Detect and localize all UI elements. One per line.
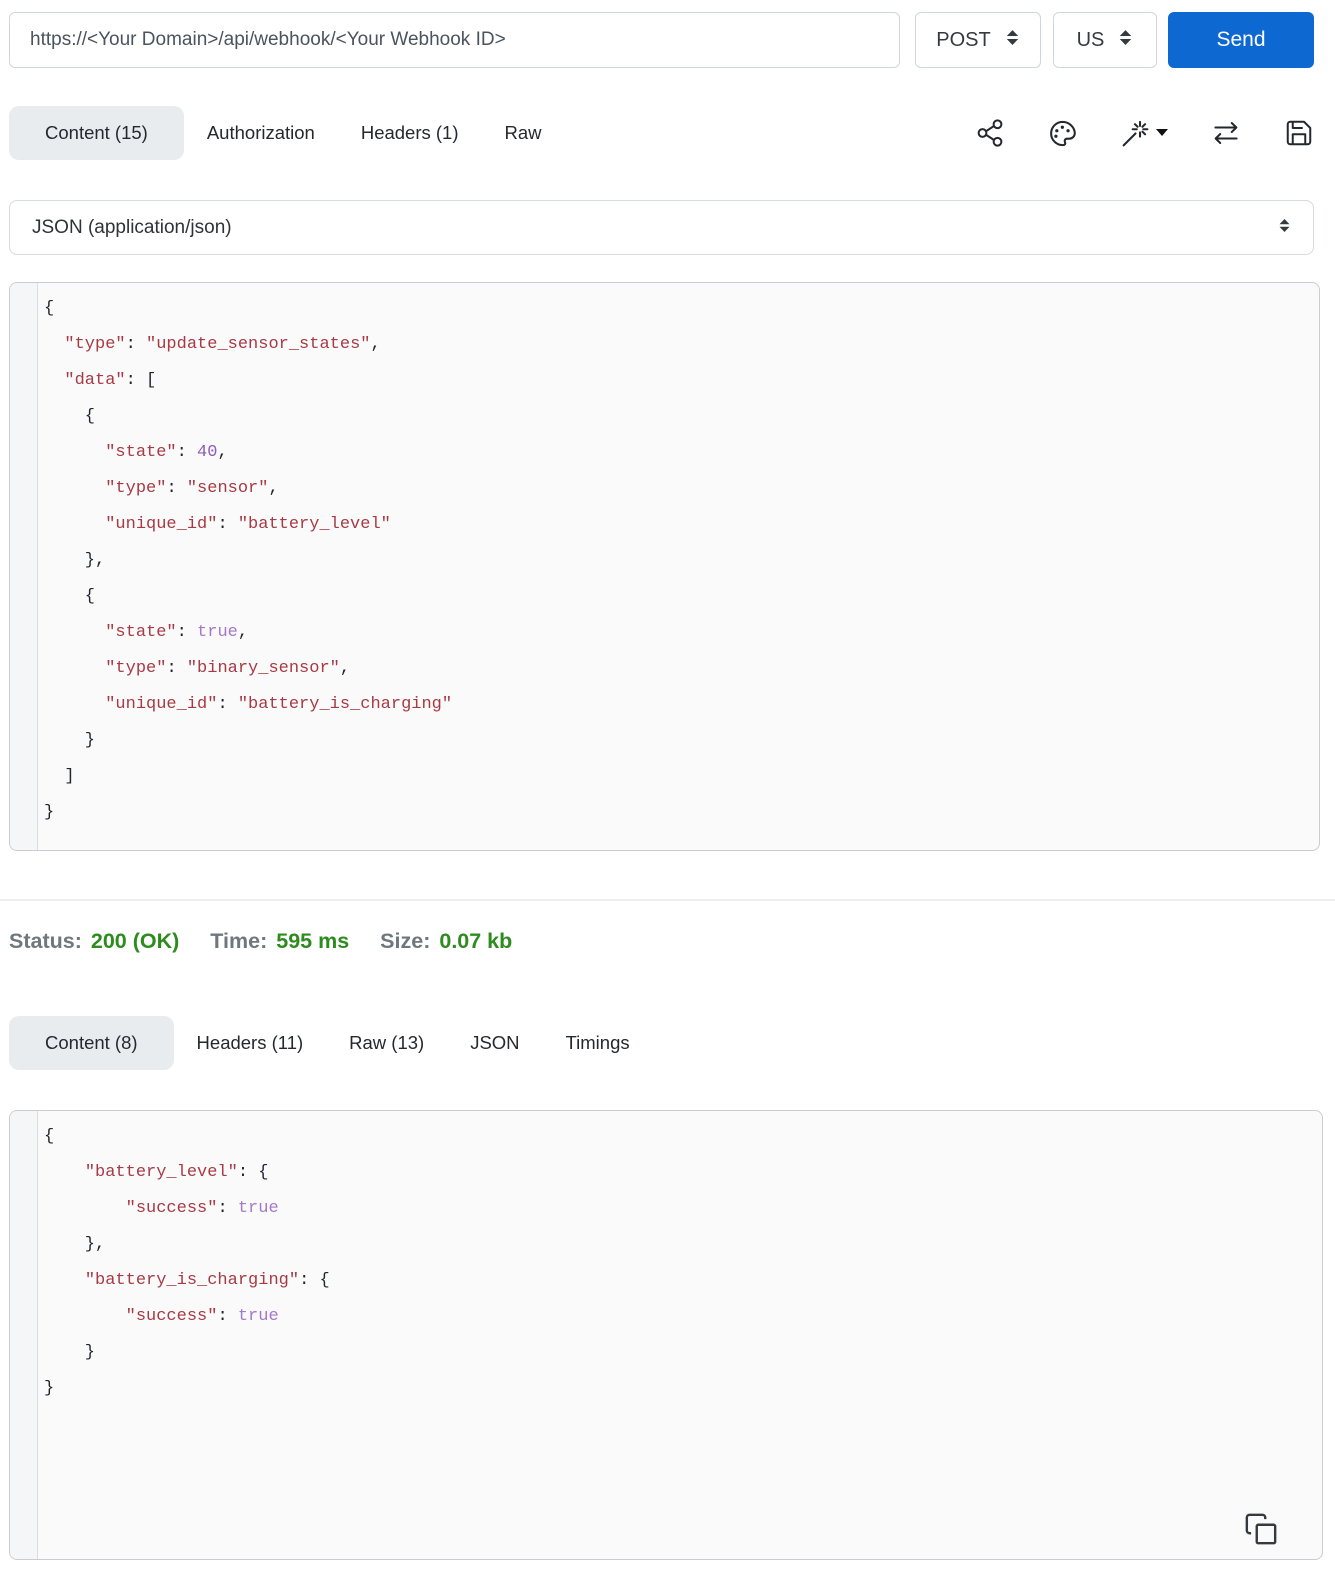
request-body-code[interactable]: { "type": "update_sensor_states", "data"…	[38, 283, 1319, 850]
tab-request-authorization[interactable]: Authorization	[184, 106, 338, 160]
code-line: },	[44, 1235, 106, 1254]
toolbar-icons	[975, 118, 1314, 149]
response-body-code: { "battery_level": { "success": true }, …	[38, 1111, 1322, 1559]
url-input[interactable]	[9, 12, 900, 68]
request-bar: POST US Send	[9, 12, 1314, 68]
editor-gutter	[10, 283, 38, 850]
status-value: 200 (OK)	[90, 929, 180, 953]
code-line: {	[44, 1127, 55, 1146]
tab-request-content[interactable]: Content (15)	[9, 106, 184, 160]
editor-gutter	[10, 1111, 38, 1559]
tab-response-raw[interactable]: Raw (13)	[326, 1016, 447, 1070]
tab-response-timings[interactable]: Timings	[543, 1016, 653, 1070]
response-tabs-row: Content (8) Headers (11) Raw (13) JSON T…	[9, 1016, 1314, 1070]
share-icon[interactable]	[975, 118, 1005, 148]
code-line: "state": 40,	[105, 443, 228, 462]
size-label: Size:	[380, 929, 431, 953]
method-select-value: POST	[936, 28, 991, 51]
tab-request-raw[interactable]: Raw	[482, 106, 565, 160]
code-line: "type": "binary_sensor",	[105, 659, 351, 678]
code-line: "unique_id": "battery_is_charging"	[105, 695, 453, 714]
time-value: 595 ms	[276, 929, 350, 953]
code-line: {	[44, 299, 55, 318]
body-type-select-value: JSON (application/json)	[32, 216, 232, 238]
tab-response-content[interactable]: Content (8)	[9, 1016, 174, 1070]
send-button[interactable]: Send	[1168, 12, 1314, 68]
code-line: "data": [	[64, 371, 157, 390]
code-line: "success": true	[125, 1199, 279, 1218]
code-line: {	[44, 587, 96, 606]
magic-wand-icon[interactable]	[1120, 118, 1168, 149]
response-status-bar: Status: 200 (OK) Time: 595 ms Size: 0.07…	[9, 929, 1335, 965]
copy-icon[interactable]	[1244, 1512, 1278, 1551]
code-line: "type": "sensor",	[105, 479, 279, 498]
palette-icon[interactable]	[1047, 118, 1078, 149]
locale-select-value: US	[1076, 28, 1105, 51]
code-line: }	[44, 1379, 55, 1398]
status-label: Status:	[9, 929, 82, 953]
tab-request-headers[interactable]: Headers (1)	[338, 106, 482, 160]
code-line: ]	[44, 767, 75, 786]
size-value: 0.07 kb	[439, 929, 513, 953]
status-group: Status: 200 (OK)	[9, 929, 179, 954]
request-tabs-row: Content (15) Authorization Headers (1) R…	[9, 106, 1314, 160]
chevron-down-icon	[1156, 129, 1168, 137]
code-line: {	[44, 407, 96, 426]
swap-arrows-icon[interactable]	[1210, 118, 1242, 148]
body-type-select[interactable]: JSON (application/json)	[9, 200, 1314, 255]
code-line: "battery_is_charging": {	[84, 1271, 330, 1290]
code-line: "type": "update_sensor_states",	[64, 335, 381, 354]
request-body-editor: { "type": "update_sensor_states", "data"…	[9, 282, 1320, 851]
code-line: }	[44, 731, 96, 750]
size-group: Size: 0.07 kb	[380, 929, 512, 954]
section-divider	[0, 899, 1335, 901]
unfold-arrows-icon	[1118, 29, 1133, 52]
tab-response-json[interactable]: JSON	[447, 1016, 542, 1070]
code-line: "battery_level": {	[84, 1163, 269, 1182]
save-icon[interactable]	[1284, 118, 1314, 148]
code-line: "unique_id": "battery_level"	[105, 515, 391, 534]
unfold-arrows-icon	[1278, 217, 1291, 239]
code-line: "state": true,	[105, 623, 249, 642]
code-line: },	[44, 551, 106, 570]
time-group: Time: 595 ms	[210, 929, 349, 954]
time-label: Time:	[210, 929, 268, 953]
method-select[interactable]: POST	[915, 12, 1041, 68]
code-line: "success": true	[125, 1307, 279, 1326]
response-body-editor: { "battery_level": { "success": true }, …	[9, 1110, 1323, 1560]
code-line: }	[44, 803, 55, 822]
unfold-arrows-icon	[1005, 29, 1020, 52]
locale-select[interactable]: US	[1053, 12, 1157, 68]
code-line: }	[44, 1343, 96, 1362]
tab-response-headers[interactable]: Headers (11)	[174, 1016, 327, 1070]
